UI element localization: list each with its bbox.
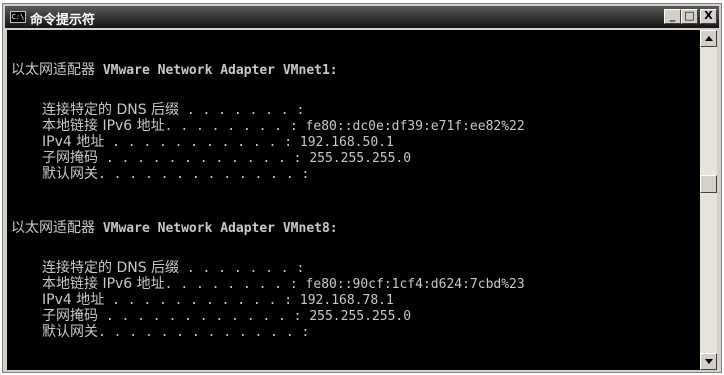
field-line: 连接特定的 DNS 后缀 . . . . . . . :: [42, 102, 304, 118]
field-dots: . . . . . . . . . . . . . :: [98, 167, 310, 182]
field-dots: . . . . . . . . :: [164, 277, 298, 292]
adapter-heading: 以太网适配器 VMware Network Adapter VMnet8:: [11, 220, 338, 236]
field-label: 连接特定的 DNS 后缀: [42, 260, 180, 276]
adapter-heading-prefix: 以太网适配器: [11, 220, 95, 236]
field-label: 连接特定的 DNS 后缀: [42, 102, 180, 118]
title-bar[interactable]: C:\ 命令提示符 _ □ X: [5, 6, 719, 28]
adapter-heading: 以太网适配器 VMware Network Adapter VMnet1:: [11, 62, 338, 78]
field-label: 默认网关: [42, 166, 98, 182]
command-prompt-window: C:\ 命令提示符 _ □ X 以太网适配器 VMware Network Ad…: [2, 3, 722, 373]
scroll-up-button[interactable]: [700, 30, 717, 47]
adapter-heading-name: VMware Network Adapter VMnet8:: [95, 221, 338, 236]
field-line: IPv4 地址 . . . . . . . . . . . : 192.168.…: [42, 134, 394, 150]
field-dots: . . . . . . . . . . . . :: [98, 151, 302, 166]
arrow-down-icon: [705, 359, 713, 364]
field-label: 默认网关: [42, 324, 98, 340]
field-line: 默认网关. . . . . . . . . . . . . :: [42, 166, 309, 182]
vertical-scrollbar[interactable]: [700, 30, 717, 370]
field-dots: . . . . . . . . . . . . :: [98, 309, 302, 324]
console-output[interactable]: 以太网适配器 VMware Network Adapter VMnet1: 连接…: [7, 30, 703, 370]
adapter-heading-name: VMware Network Adapter VMnet1:: [95, 63, 338, 78]
field-label: 子网掩码: [42, 308, 98, 324]
field-line: 子网掩码 . . . . . . . . . . . . : 255.255.2…: [42, 308, 411, 324]
field-line: 默认网关. . . . . . . . . . . . . :: [42, 324, 309, 340]
field-dots: . . . . . . . :: [179, 103, 305, 118]
field-label: 本地链接 IPv6 地址: [42, 118, 165, 134]
field-dots: . . . . . . . . . . . :: [104, 135, 293, 150]
field-line: 连接特定的 DNS 后缀 . . . . . . . :: [42, 260, 304, 276]
minimize-button[interactable]: _: [664, 9, 681, 24]
arrow-up-icon: [705, 36, 713, 41]
field-dots: . . . . . . . :: [179, 261, 305, 276]
close-button[interactable]: X: [700, 9, 717, 24]
field-value: 192.168.78.1: [292, 293, 394, 308]
field-value: 255.255.255.0: [301, 151, 412, 166]
window-title: 命令提示符: [30, 13, 96, 28]
scrollbar-thumb[interactable]: [700, 175, 717, 193]
field-line: 子网掩码 . . . . . . . . . . . . : 255.255.2…: [42, 150, 411, 166]
field-line: IPv4 地址 . . . . . . . . . . . : 192.168.…: [42, 292, 394, 308]
scroll-down-button[interactable]: [700, 353, 717, 370]
field-line: 本地链接 IPv6 地址. . . . . . . . : fe80::90cf…: [42, 276, 525, 292]
field-label: IPv4 地址: [42, 292, 105, 308]
console-icon[interactable]: C:\: [10, 11, 26, 23]
field-label: IPv4 地址: [42, 134, 105, 150]
field-dots: . . . . . . . . :: [164, 119, 298, 134]
field-dots: . . . . . . . . . . . . . :: [98, 325, 310, 340]
adapter-heading-prefix: 以太网适配器: [11, 62, 95, 78]
maximize-button[interactable]: □: [681, 9, 698, 24]
field-value: fe80::dc0e:df39:e71f:ee82%22: [297, 119, 525, 134]
field-value: fe80::90cf:1cf4:d624:7cbd%23: [297, 277, 525, 292]
field-dots: . . . . . . . . . . . :: [104, 293, 293, 308]
field-label: 子网掩码: [42, 150, 98, 166]
field-value: 255.255.255.0: [301, 309, 412, 324]
field-value: 192.168.50.1: [292, 135, 394, 150]
field-label: 本地链接 IPv6 地址: [42, 276, 165, 292]
field-line: 本地链接 IPv6 地址. . . . . . . . : fe80::dc0e…: [42, 118, 525, 134]
